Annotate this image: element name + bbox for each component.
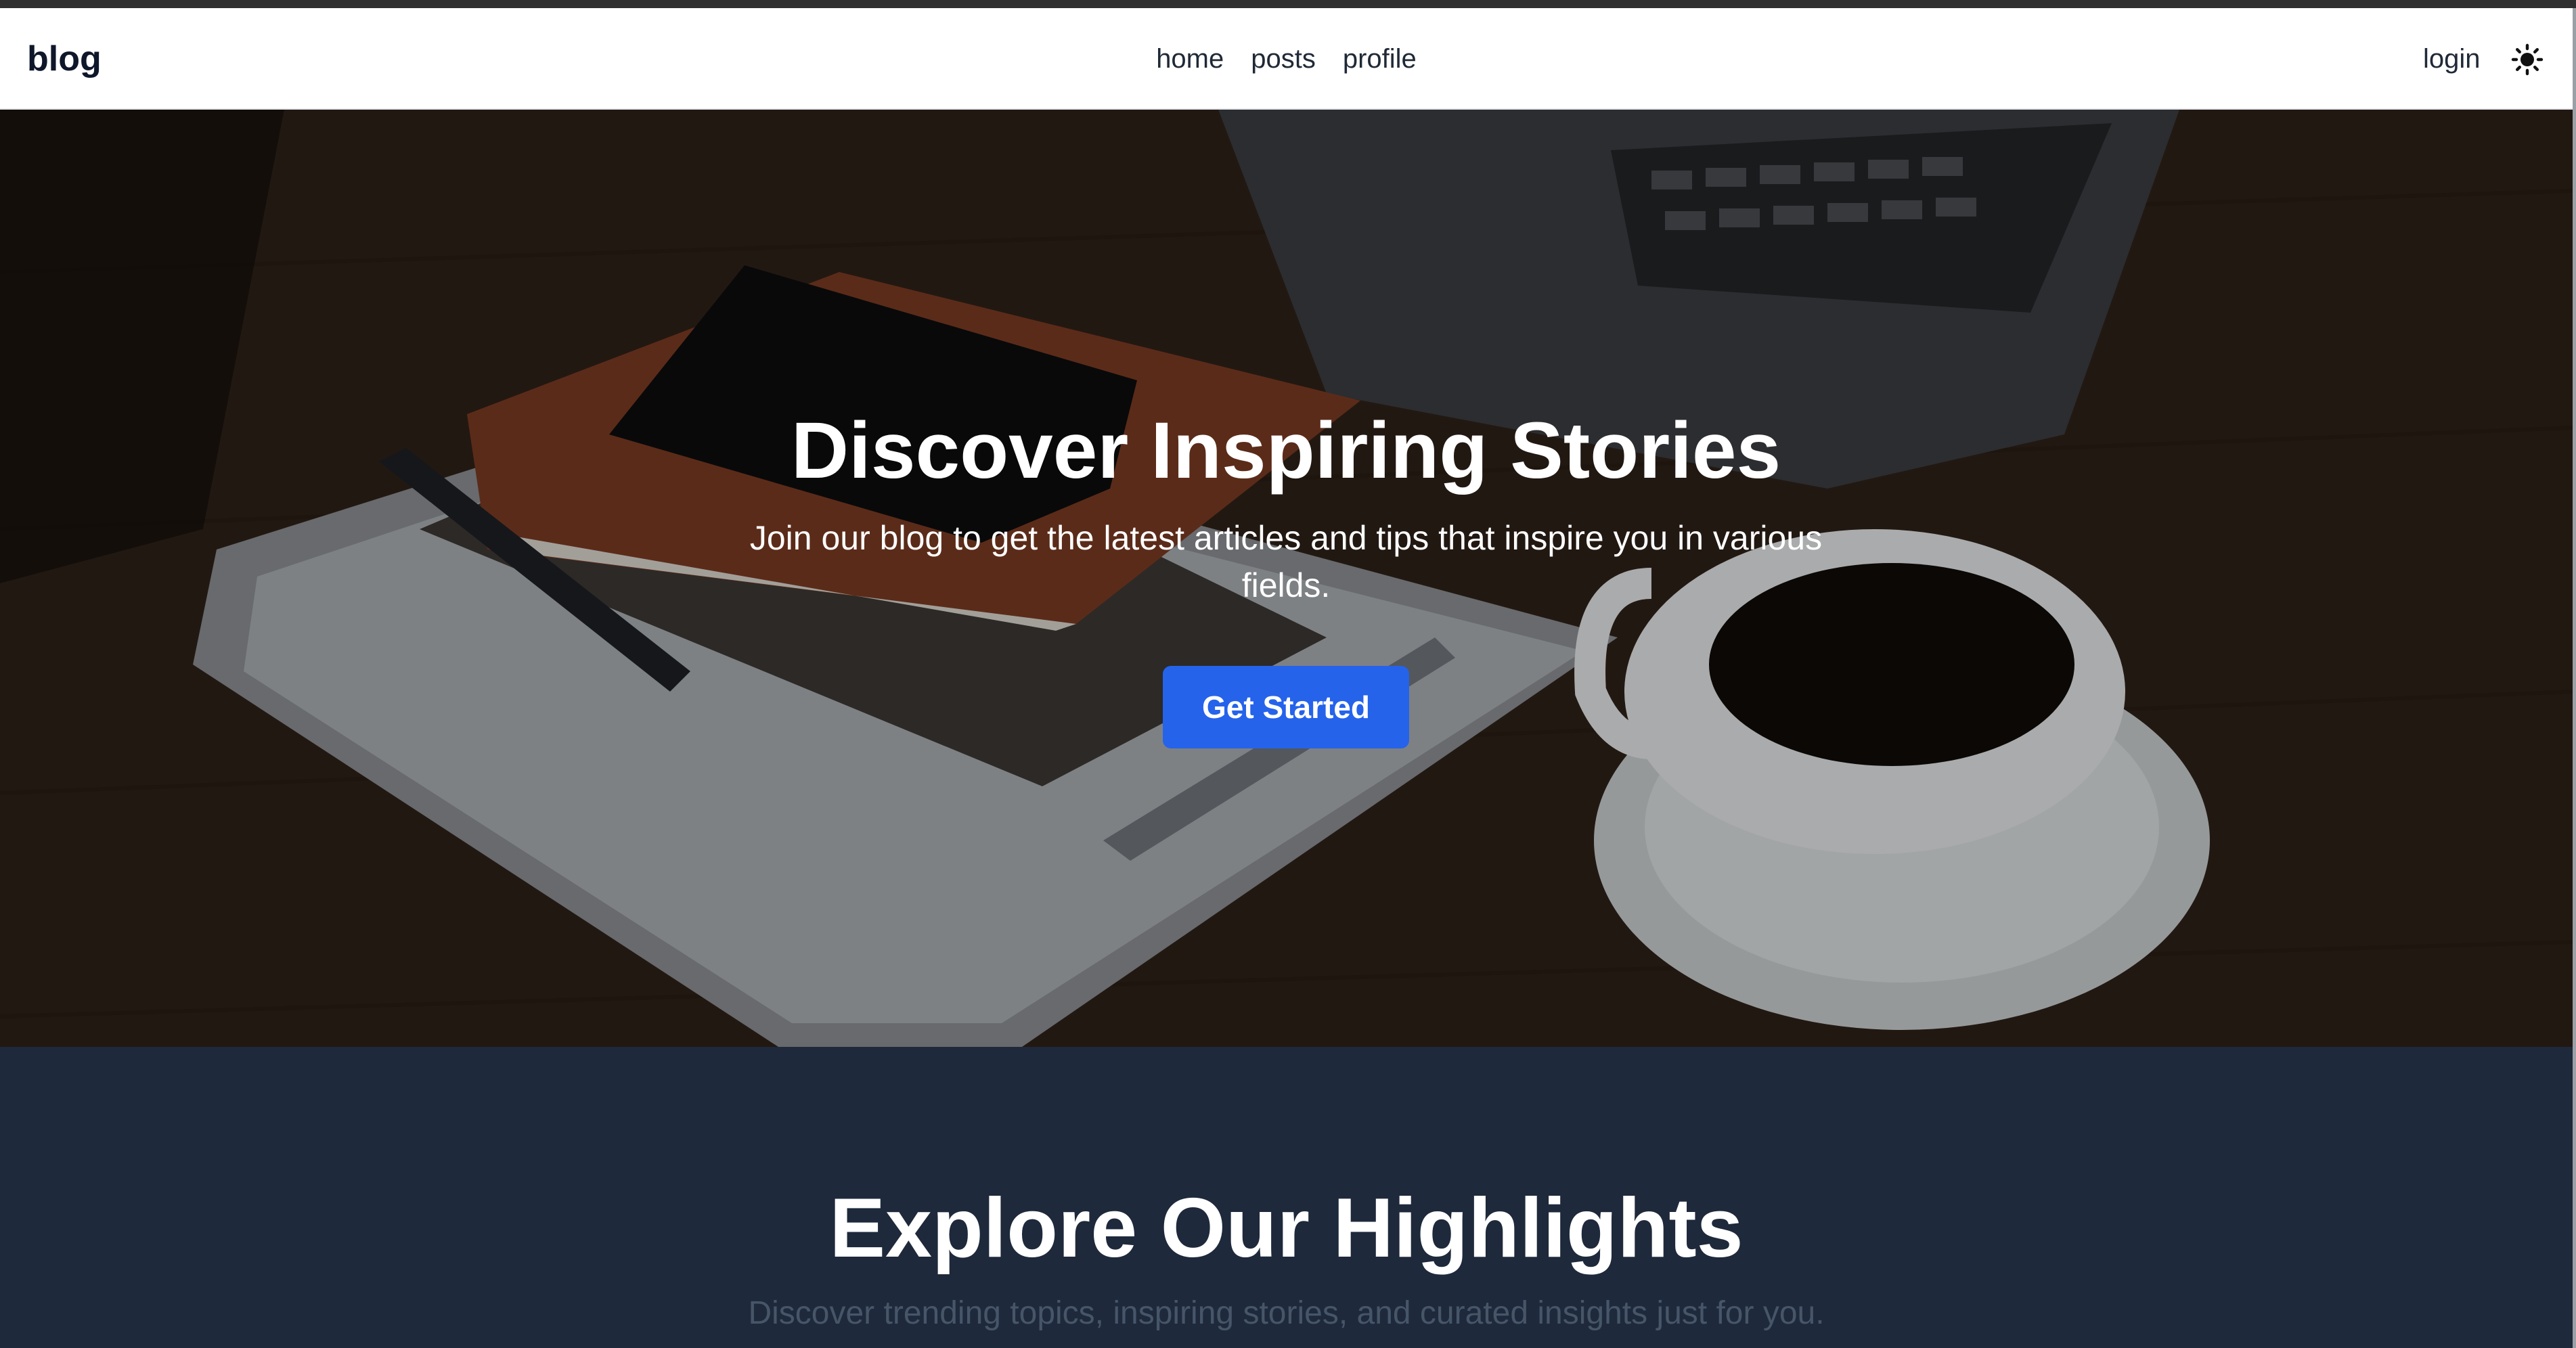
hero-content: Discover Inspiring Stories Join our blog… (711, 407, 1861, 748)
window-right-edge (2573, 8, 2576, 1348)
window-top-strip (0, 0, 2576, 8)
navbar: blog home posts profile login (0, 8, 2573, 110)
nav-link-home[interactable]: home (1156, 44, 1224, 74)
hero-section: Discover Inspiring Stories Join our blog… (0, 110, 2573, 1047)
highlights-title: Explore Our Highlights (829, 1182, 1744, 1275)
nav-link-profile[interactable]: profile (1343, 44, 1417, 74)
highlights-subtitle: Discover trending topics, inspiring stor… (748, 1295, 1825, 1332)
nav-links: home posts profile (0, 8, 2573, 110)
brand-logo[interactable]: blog (27, 8, 102, 110)
get-started-button[interactable]: Get Started (1163, 665, 1409, 748)
sun-icon (2511, 43, 2544, 76)
highlights-section: Explore Our Highlights Discover trending… (0, 1047, 2573, 1348)
hero-subtitle: Join our blog to get the latest articles… (749, 518, 1823, 604)
nav-link-posts[interactable]: posts (1251, 44, 1316, 74)
hero-title: Discover Inspiring Stories (791, 406, 1781, 495)
login-link[interactable]: login (2423, 8, 2481, 110)
theme-toggle-button[interactable] (2508, 41, 2546, 78)
